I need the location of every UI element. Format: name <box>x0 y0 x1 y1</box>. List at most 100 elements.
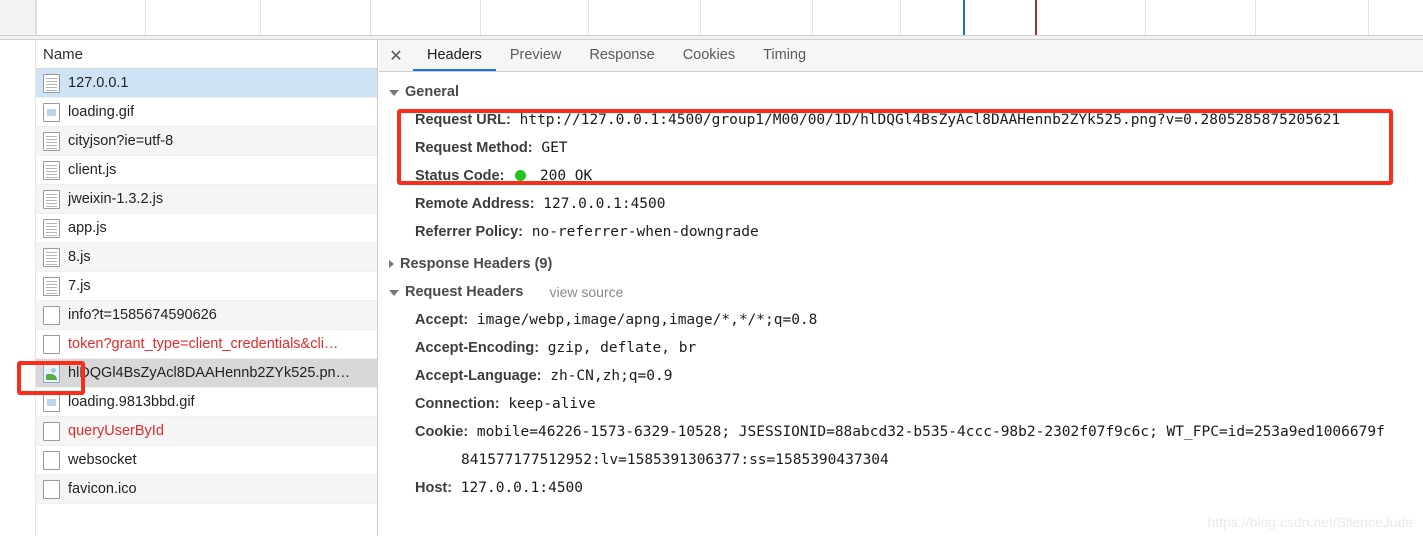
image-file-icon <box>43 363 60 383</box>
status-ok-dot-icon <box>515 170 527 181</box>
request-list-item-label: hlDQGl4BsZyAcl8DAAHennb2ZYk525.pn… <box>68 365 351 381</box>
overview-gridline <box>370 0 371 35</box>
tab-timing[interactable]: Timing <box>749 40 820 71</box>
request-header-key: Accept-Language: <box>415 368 542 384</box>
request-list-item[interactable]: info?t=1585674590626 <box>36 301 377 330</box>
request-method-row: Request Method: GET <box>379 134 1423 162</box>
request-header-key: Connection: <box>415 396 500 412</box>
network-overview-timeline[interactable] <box>0 0 1423 36</box>
request-list-column-header[interactable]: Name <box>36 40 377 69</box>
plain-file-icon <box>43 334 60 354</box>
request-list-item[interactable]: favicon.ico <box>36 475 377 504</box>
request-list-rows: 127.0.0.1 loading.gif cityjson?ie=utf-8 cli… <box>36 69 377 504</box>
overview-gridline <box>36 0 37 35</box>
document-icon <box>43 218 60 238</box>
document-icon <box>43 131 60 151</box>
request-method-key: Request Method: <box>415 140 533 156</box>
request-list-item[interactable]: 127.0.0.1 <box>36 69 377 98</box>
overview-gridline <box>1368 0 1369 35</box>
tab-cookies[interactable]: Cookies <box>669 40 749 71</box>
request-list-item[interactable]: 7.js <box>36 272 377 301</box>
referrer-policy-key: Referrer Policy: <box>415 224 523 240</box>
request-header-value: zh-CN,zh;q=0.9 <box>550 368 673 384</box>
overview-gridline <box>1255 0 1256 35</box>
watermark-text: https://blog.csdn.net/SilenceJude <box>1207 514 1413 530</box>
response-headers-section-header[interactable]: Response Headers (9) <box>379 246 1423 278</box>
request-list-item[interactable]: jweixin-1.3.2.js <box>36 185 377 214</box>
devtools-network-panel: Name 127.0.0.1 loading.gif cityjson?ie=utf… <box>0 0 1423 536</box>
tab-headers[interactable]: Headers <box>413 40 496 71</box>
chevron-down-icon[interactable] <box>389 90 399 96</box>
load-event-marker <box>1035 0 1037 35</box>
request-header-value: gzip, deflate, br <box>547 340 697 356</box>
request-header-value: mobile=46226-1573-6329-10528; JSESSIONID… <box>476 424 1385 440</box>
request-list-item[interactable]: token?grant_type=client_credentials&cli… <box>36 330 377 359</box>
request-header-value: keep-alive <box>508 396 596 412</box>
remote-address-value: 127.0.0.1:4500 <box>543 196 666 212</box>
request-header-value: 127.0.0.1:4500 <box>460 480 584 496</box>
request-list-item-label: cityjson?ie=utf-8 <box>68 133 174 149</box>
general-section-header[interactable]: General <box>379 80 1423 106</box>
requests-left-gutter <box>0 40 36 536</box>
request-list-item-label: loading.gif <box>68 104 135 120</box>
request-headers-list: Accept: image/webp,image/apng,image/*,*/… <box>379 306 1423 502</box>
request-list-item-label: info?t=1585674590626 <box>68 307 217 323</box>
request-header-value: image/webp,image/apng,image/*,*/*;q=0.8 <box>476 312 818 328</box>
remote-address-key: Remote Address: <box>415 196 535 212</box>
remote-address-row: Remote Address: 127.0.0.1:4500 <box>379 190 1423 218</box>
view-source-link[interactable]: view source <box>549 284 623 300</box>
request-list-item[interactable]: 8.js <box>36 243 377 272</box>
tab-preview[interactable]: Preview <box>496 40 576 71</box>
request-header-row: Host: 127.0.0.1:4500 <box>379 474 1423 502</box>
request-list-item[interactable]: queryUserById <box>36 417 377 446</box>
request-header-value: 841577177512952:lv=1585391306377:ss=1585… <box>461 452 889 468</box>
gif-image-icon <box>43 102 60 122</box>
status-code-key: Status Code: <box>415 168 505 184</box>
overview-left-gutter <box>0 0 36 35</box>
request-headers-section-header[interactable]: Request Headers view source <box>379 278 1423 306</box>
request-list-item[interactable]: websocket <box>36 446 377 475</box>
request-detail-panel: ✕ Headers Preview Response Cookies Timing Ge… <box>379 40 1423 536</box>
request-list-item[interactable]: cityjson?ie=utf-8 <box>36 127 377 156</box>
plain-file-icon <box>43 479 60 499</box>
request-list-item[interactable]: hlDQGl4BsZyAcl8DAAHennb2ZYk525.pn… <box>36 359 377 388</box>
tab-response[interactable]: Response <box>575 40 668 71</box>
request-header-key: Accept-Encoding: <box>415 340 540 356</box>
request-list-item[interactable]: app.js <box>36 214 377 243</box>
request-list-item-label: 7.js <box>68 278 91 294</box>
document-icon <box>43 160 60 180</box>
request-list-item-label: favicon.ico <box>68 481 137 497</box>
chevron-right-icon[interactable] <box>389 260 394 268</box>
request-url-value[interactable]: http://127.0.0.1:4500/group1/M00/00/1D/h… <box>520 112 1341 128</box>
headers-detail-body: General Request URL: http://127.0.0.1:45… <box>379 72 1423 535</box>
request-list-item[interactable]: loading.gif <box>36 98 377 127</box>
request-url-row: Request URL: http://127.0.0.1:4500/group… <box>379 106 1423 134</box>
document-icon <box>43 189 60 209</box>
document-icon <box>43 247 60 267</box>
general-section-label: General <box>405 84 459 100</box>
referrer-policy-row: Referrer Policy: no-referrer-when-downgr… <box>379 218 1423 246</box>
status-code-row: Status Code: 200 OK <box>379 162 1423 190</box>
request-headers-label: Request Headers <box>405 284 524 300</box>
request-url-key: Request URL: <box>415 112 511 128</box>
request-header-row: Connection: keep-alive <box>379 390 1423 418</box>
plain-file-icon <box>43 305 60 325</box>
request-header-row: Accept-Encoding: gzip, deflate, br <box>379 334 1423 362</box>
chevron-down-icon[interactable] <box>389 290 399 296</box>
close-icon[interactable]: ✕ <box>379 40 413 71</box>
request-list-item-label: token?grant_type=client_credentials&cli… <box>68 336 339 352</box>
request-list-item-label: queryUserById <box>68 423 164 439</box>
document-icon <box>43 73 60 93</box>
request-header-row: Cookie: mobile=46226-1573-6329-10528; JS… <box>379 418 1423 446</box>
referrer-policy-value: no-referrer-when-downgrade <box>531 224 759 240</box>
request-list-panel[interactable]: Name 127.0.0.1 loading.gif cityjson?ie=utf… <box>36 40 378 536</box>
detail-tabs: Headers Preview Response Cookies Timing <box>413 40 820 71</box>
request-list-item[interactable]: loading.9813bbd.gif <box>36 388 377 417</box>
request-list-item-label: websocket <box>68 452 137 468</box>
overview-gridline <box>900 0 901 35</box>
overview-gridline <box>145 0 146 35</box>
overview-gridline <box>260 0 261 35</box>
request-header-row: Accept-Language: zh-CN,zh;q=0.9 <box>379 362 1423 390</box>
request-list-item[interactable]: client.js <box>36 156 377 185</box>
plain-file-icon <box>43 450 60 470</box>
